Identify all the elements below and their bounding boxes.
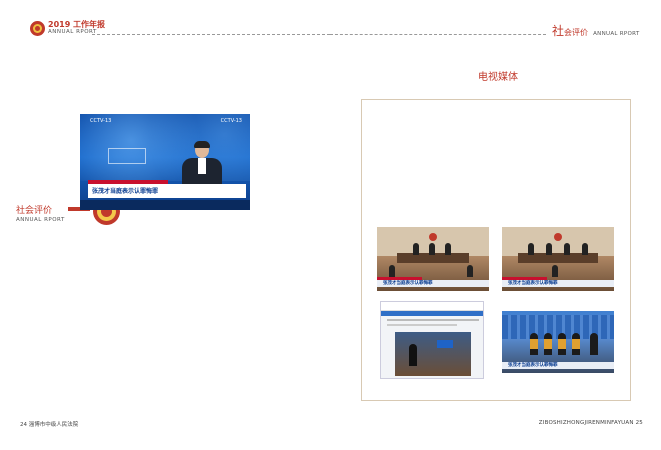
section-subtitle: ANNUAL RPORT [16, 217, 65, 223]
studio-background [80, 114, 250, 182]
header-right-big: 社 [552, 24, 565, 38]
program-logo [108, 148, 146, 164]
right-header: 社会评价 ANNUAL RPORT [552, 20, 640, 39]
chyron-text: 张茂才当庭表示认罪悔罪 [92, 188, 159, 195]
channel-logo-right: CCTV-13 [220, 118, 242, 124]
channel-logo: CCTV-13 [90, 118, 112, 124]
header-divider-right [330, 34, 546, 35]
section-title: 社会评价 [16, 206, 53, 216]
header-divider [92, 34, 330, 35]
header-right-subtitle: ANNUAL RPORT [593, 31, 640, 37]
court-emblem-icon [30, 21, 45, 36]
footer-left: 24 淄博市中级人民法院 [20, 422, 79, 428]
news-ticker [80, 200, 250, 210]
tv-news-screenshot: CCTV-13 CCTV-13 张茂才当庭表示认罪悔罪 [80, 114, 250, 210]
courtroom-screenshot-2: 张茂才当庭表示认罪悔罪 [502, 227, 614, 291]
media-section-title: 电视媒体 [478, 72, 518, 83]
header-right-title: 会评价 [564, 28, 589, 37]
section-mark: 社会评价 ANNUAL RPORT [16, 203, 65, 223]
web-video-screenshot [380, 301, 484, 379]
left-page: 2019 工作年报 ANNUAL RPORT 社会评价 ANNUAL RPORT… [0, 0, 330, 450]
header-title: 2019 工作年报 [48, 20, 106, 29]
defendants-caption: 张茂才当庭表示认罪悔罪 [508, 363, 558, 368]
defendants-screenshot: 张茂才当庭表示认罪悔罪 [502, 311, 614, 373]
footer-right: ZIBOSHIZHONGJIRENMINFAYUAN 25 [538, 420, 643, 426]
courtroom-screenshot-1: 张茂才当庭表示认罪悔罪 [377, 227, 489, 291]
courtroom-caption-2: 张茂才当庭表示认罪悔罪 [508, 281, 558, 286]
web-video-player [395, 332, 471, 376]
news-anchor [182, 141, 222, 190]
courtroom-caption-1: 张茂才当庭表示认罪悔罪 [383, 281, 433, 286]
right-page: 社会评价 ANNUAL RPORT 电视媒体 ZIBOSHIZHONGJIREN… [330, 0, 661, 450]
